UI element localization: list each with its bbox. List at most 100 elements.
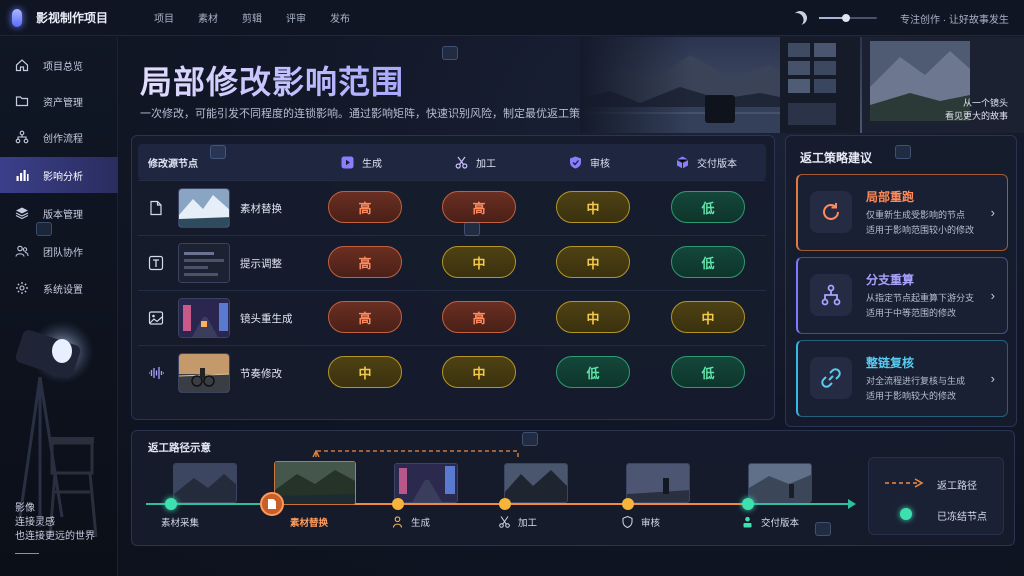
impact-cell[interactable]: 中 [442, 246, 516, 278]
app-logo-icon [12, 8, 22, 27]
flow-icon [14, 129, 30, 145]
strategy-card-desc: 适用于影响较大的修改 [866, 391, 957, 401]
path-node-rework[interactable] [392, 498, 404, 510]
impact-cell[interactable]: 低 [671, 191, 745, 223]
strategy-card-desc: 适用于影响范围较小的修改 [866, 225, 975, 235]
sidebar-item-team[interactable]: 团队协作 [0, 233, 118, 269]
strategy-card-full-chain-review[interactable]: 整链复核 对全流程进行复核与生成 适用于影响较大的修改 › [796, 340, 1008, 417]
impact-cell[interactable]: 高 [442, 301, 516, 333]
topnav-item-review[interactable]: 评审 [274, 10, 318, 25]
impact-cell[interactable]: 低 [671, 246, 745, 278]
row-thumbnail [178, 188, 230, 228]
watermark-icon [522, 432, 538, 446]
play-icon [340, 155, 354, 169]
impact-cell[interactable]: 中 [556, 191, 630, 223]
rework-arc [315, 450, 519, 459]
path-node-frozen[interactable] [742, 498, 754, 510]
path-thumbnail [626, 463, 690, 503]
row-label: 素材替换 [240, 203, 282, 215]
row-thumbnail [178, 353, 230, 393]
strategy-card-desc: 对全流程进行复核与生成 [866, 376, 966, 386]
path-node-label: 加工 [518, 518, 538, 529]
page-subtitle: 一次修改，可能引发不同程度的连锁影响。通过影响矩阵，快速识别风险，制定最优返工策… [140, 108, 602, 120]
link-icon [810, 357, 852, 399]
theme-slider[interactable] [819, 14, 877, 22]
home-icon [14, 57, 30, 73]
image-icon [148, 310, 164, 326]
tagline: 专注创作 · 让好故事发生 [900, 15, 1009, 26]
topnav-item-publish[interactable]: 发布 [318, 10, 362, 25]
path-node-label: 交付版本 [761, 518, 800, 529]
chart-icon [14, 167, 30, 183]
impact-cell[interactable]: 中 [442, 356, 516, 388]
sidebar-item-label: 创作流程 [43, 133, 83, 145]
impact-cell[interactable]: 中 [671, 301, 745, 333]
slider-knob[interactable] [842, 14, 851, 22]
path-node-rework[interactable] [622, 498, 634, 510]
shield-icon [622, 515, 633, 533]
strategy-panel: 返工策略建议 局部重跑 仅重新生成受影响的节点 适用于影响范围较小的修改 › 分… [785, 135, 1017, 427]
path-thumbnail [394, 463, 458, 503]
impact-cell[interactable]: 高 [442, 191, 516, 223]
impact-cell[interactable]: 低 [671, 356, 745, 388]
matrix-row-prompt-adjust: 提示调整 高 中 中 低 [138, 235, 766, 290]
column-header-review: 审核 [532, 144, 646, 180]
folder-icon [14, 93, 30, 109]
impact-cell[interactable]: 高 [328, 301, 402, 333]
path-thumbnail [504, 463, 568, 503]
topnav-item-assets[interactable]: 素材 [186, 10, 230, 25]
matrix-row-shot-regenerate: 镜头重生成 高 高 中 中 [138, 290, 766, 345]
strategy-card-branch-recompute[interactable]: 分支重算 从指定节点起重算下游分支 适用于中等范围的修改 › [796, 257, 1008, 334]
impact-cell[interactable]: 中 [556, 246, 630, 278]
topnav-item-project[interactable]: 项目 [142, 10, 186, 25]
path-node-frozen[interactable] [165, 498, 177, 510]
strategy-card-local-rerun[interactable]: 局部重跑 仅重新生成受影响的节点 适用于影响范围较小的修改 › [796, 174, 1008, 251]
impact-cell[interactable]: 高 [328, 191, 402, 223]
caption-line: 看见更大的故事 [944, 111, 1008, 121]
sidebar-copy: 影像 连接灵感 也连接更远的世界 [15, 502, 95, 544]
sidebar-item-settings[interactable]: 系统设置 [0, 270, 118, 306]
path-thumbnail [748, 463, 812, 503]
path-thumbnail [173, 463, 237, 503]
column-header-label: 交付版本 [697, 158, 737, 170]
person-icon [392, 515, 403, 533]
impact-cell[interactable]: 低 [556, 356, 630, 388]
user-icon [742, 515, 753, 533]
impact-cell[interactable]: 中 [328, 356, 402, 388]
strategy-title: 返工策略建议 [800, 151, 873, 165]
impact-cell[interactable]: 高 [328, 246, 402, 278]
watermark-icon [815, 522, 831, 536]
path-node-source[interactable] [260, 492, 284, 516]
path-node-label: 审核 [641, 518, 661, 529]
chevron-right-icon: › [990, 205, 995, 220]
moon-icon[interactable] [790, 8, 809, 27]
cube-icon [675, 155, 689, 169]
sidebar-item-overview[interactable]: 项目总览 [0, 47, 118, 83]
impact-cell[interactable]: 中 [556, 301, 630, 333]
column-header-label: 生成 [362, 158, 382, 170]
strategy-card-title: 分支重算 [866, 273, 915, 287]
scissors-icon [454, 155, 468, 169]
sidebar-item-versions[interactable]: 版本管理 [0, 195, 118, 231]
scissors-icon [499, 515, 510, 533]
layers-icon [14, 205, 30, 221]
sidebar-item-workflow[interactable]: 创作流程 [0, 119, 118, 155]
topnav-item-edit[interactable]: 剪辑 [230, 10, 274, 25]
text-icon [148, 255, 164, 271]
sidebar-item-impact[interactable]: 影响分析 [0, 157, 118, 193]
path-legend: 返工路径 已冻结节点 [868, 457, 1004, 535]
path-node-rework[interactable] [499, 498, 511, 510]
watermark-icon [442, 46, 458, 60]
row-thumbnail [178, 298, 230, 338]
sidebar-item-assets[interactable]: 资产管理 [0, 83, 118, 119]
watermark-icon [36, 222, 52, 236]
watermark-icon [895, 145, 911, 159]
row-thumbnail [178, 243, 230, 283]
row-label: 提示调整 [240, 258, 282, 270]
sidebar: 项目总览 资产管理 创作流程 影响分析 版本管理 团队协作 系统设置 影像 连接… [0, 37, 118, 576]
app-root: 影视制作项目 项目 素材 剪辑 评审 发布 专注创作 · 让好故事发生 项目总览… [0, 0, 1024, 576]
caption-line: 从一个镜头 [962, 98, 1008, 108]
strategy-card-title: 整链复核 [866, 356, 915, 370]
app-title: 影视制作项目 [36, 11, 109, 25]
sidebar-item-label: 影响分析 [43, 171, 83, 183]
